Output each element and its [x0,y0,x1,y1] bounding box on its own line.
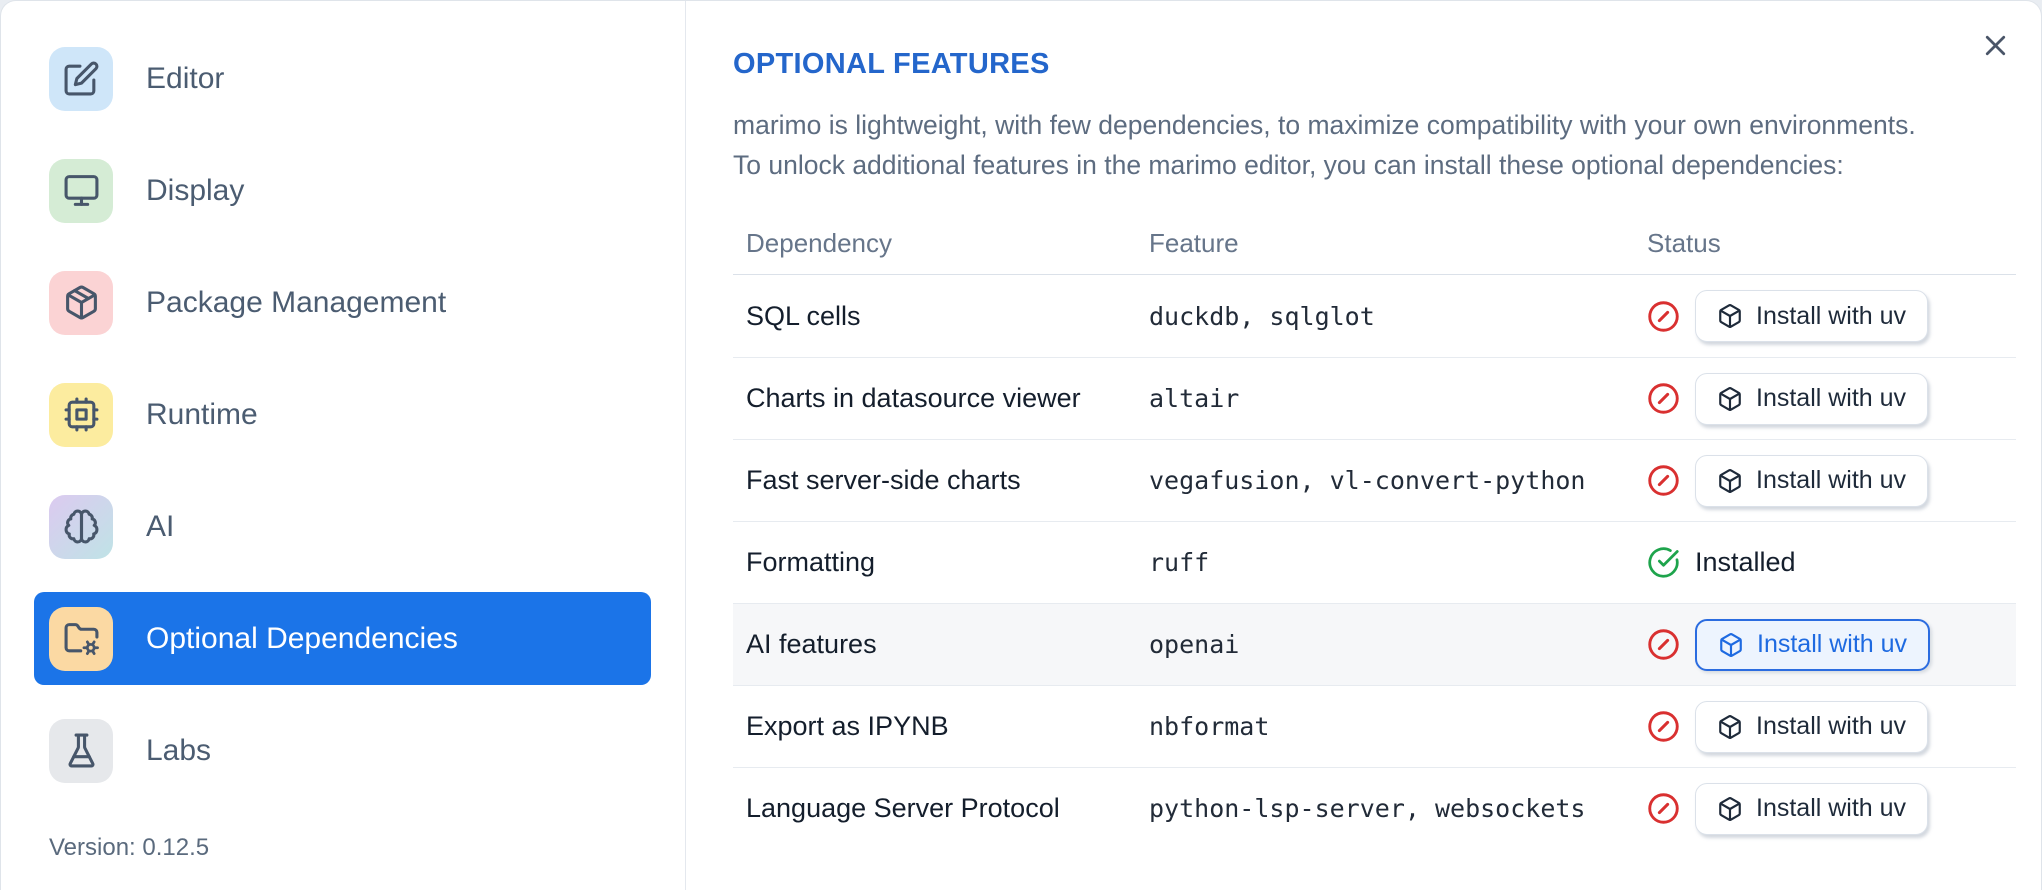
package-cube-icon [1717,796,1743,822]
dependency-cell: AI features [746,629,877,659]
install-with-uv-button[interactable]: Install with uv [1695,372,1929,425]
sidebar-item-editor[interactable]: Editor [34,32,651,125]
x-circle-icon [1647,710,1680,743]
sidebar-item-label: AI [146,509,175,543]
x-circle-icon [1647,628,1680,661]
dependencies-table: Dependency Feature Status SQL cells duck… [733,213,2016,849]
x-circle-icon [1647,300,1680,333]
status-cell: Install with uv [1634,372,2016,425]
install-with-uv-button[interactable]: Install with uv [1695,700,1929,753]
status-cell: Install with uv [1634,618,2016,671]
description-line-2: To unlock additional features in the mar… [733,150,1844,180]
table-header-row: Dependency Feature Status [733,213,2016,275]
status-cell: Install with uv [1634,782,2016,835]
install-with-uv-button[interactable]: Install with uv [1695,454,1929,507]
dependency-cell: Fast server-side charts [746,465,1021,495]
folder-cog-icon [49,606,113,671]
sidebar-item-optional-dependencies[interactable]: Optional Dependencies [34,592,651,685]
status-cell: Install with uv [1634,290,2016,342]
sidebar-item-label: Display [146,173,245,207]
sidebar-item-label: Labs [146,733,212,767]
x-circle-icon [1647,464,1680,497]
column-header-feature: Feature [1149,228,1239,258]
installed-status-label: Installed [1695,547,1796,577]
panel-description: marimo is lightweight, with few dependen… [733,105,2016,185]
sidebar-item-label: Package Management [146,285,447,319]
check-circle-icon [1647,546,1680,579]
table-body: SQL cells duckdb, sqlglot Install with u… [733,275,2016,849]
sidebar-item-runtime[interactable]: Runtime [34,368,651,461]
column-header-status: Status [1647,228,1721,258]
package-cube-icon [1717,386,1743,412]
sidebar-item-package-management[interactable]: Package Management [34,256,651,349]
package-cube-icon [1718,632,1744,658]
install-with-uv-button[interactable]: Install with uv [1695,618,1931,671]
sidebar-item-label: Runtime [146,397,258,431]
x-circle-icon [1647,792,1680,825]
sidebar-nav: Editor Display Package Management Runtim… [1,32,685,797]
feature-cell: duckdb, sqlglot [1149,301,1375,331]
feature-cell: ruff [1149,548,1210,577]
table-row: Export as IPYNB nbformat Install with uv [733,685,2016,767]
install-button-label: Install with uv [1756,384,1907,412]
sidebar: Editor Display Package Management Runtim… [1,1,686,890]
feature-cell: python-lsp-server, websockets [1149,794,1586,823]
feature-cell: vegafusion, vl-convert-python [1149,466,1586,495]
dependency-cell: Charts in datasource viewer [746,383,1081,413]
column-header-dependency: Dependency [746,228,892,258]
feature-cell: altair [1149,384,1240,413]
package-cube-icon [1717,303,1743,329]
install-with-uv-button[interactable]: Install with uv [1695,782,1929,835]
close-button[interactable] [1977,27,2013,63]
cpu-icon [49,382,113,447]
description-line-1: marimo is lightweight, with few dependen… [733,110,1916,140]
brain-icon [49,494,113,559]
package-cube-icon [1717,714,1743,740]
package-icon [49,270,113,335]
sidebar-item-label: Editor [146,61,225,95]
dependency-cell: Export as IPYNB [746,711,949,741]
panel-title: OPTIONAL FEATURES [733,48,1050,80]
package-cube-icon [1717,468,1743,494]
dependency-cell: Language Server Protocol [746,793,1060,823]
main-panel: OPTIONAL FEATURES marimo is lightweight,… [686,1,2041,890]
install-button-label: Install with uv [1756,794,1907,822]
edit-icon [49,46,113,111]
feature-cell: nbformat [1149,712,1270,741]
monitor-icon [49,158,113,223]
table-row: AI features openai Install with uv [733,603,2016,685]
dependency-cell: Formatting [746,547,876,577]
status-cell: Install with uv [1634,700,2016,753]
close-icon [1979,29,2012,62]
sidebar-item-labs[interactable]: Labs [34,704,651,797]
sidebar-item-display[interactable]: Display [34,144,651,237]
status-cell: Installed [1634,546,2016,579]
table-row: Fast server-side charts vegafusion, vl-c… [733,439,2016,521]
flask-icon [49,718,113,783]
install-button-label: Install with uv [1756,301,1907,330]
table-row: Language Server Protocol python-lsp-serv… [733,767,2016,849]
install-button-label: Install with uv [1756,466,1907,494]
version-label: Version: 0.12.5 [49,834,210,861]
table-row: SQL cells duckdb, sqlglot Install with u… [733,275,2016,357]
sidebar-item-label: Optional Dependencies [146,621,458,655]
table-row: Formatting ruff Installed [733,521,2016,603]
sidebar-item-ai[interactable]: AI [34,480,651,573]
status-cell: Install with uv [1634,454,2016,507]
settings-dialog: Editor Display Package Management Runtim… [0,0,2042,890]
table-row: Charts in datasource viewer altair Insta… [733,357,2016,439]
install-button-label: Install with uv [1757,630,1908,658]
x-circle-icon [1647,382,1680,415]
install-with-uv-button[interactable]: Install with uv [1695,290,1929,342]
install-button-label: Install with uv [1756,712,1907,740]
dependency-cell: SQL cells [746,300,861,331]
feature-cell: openai [1149,630,1240,659]
